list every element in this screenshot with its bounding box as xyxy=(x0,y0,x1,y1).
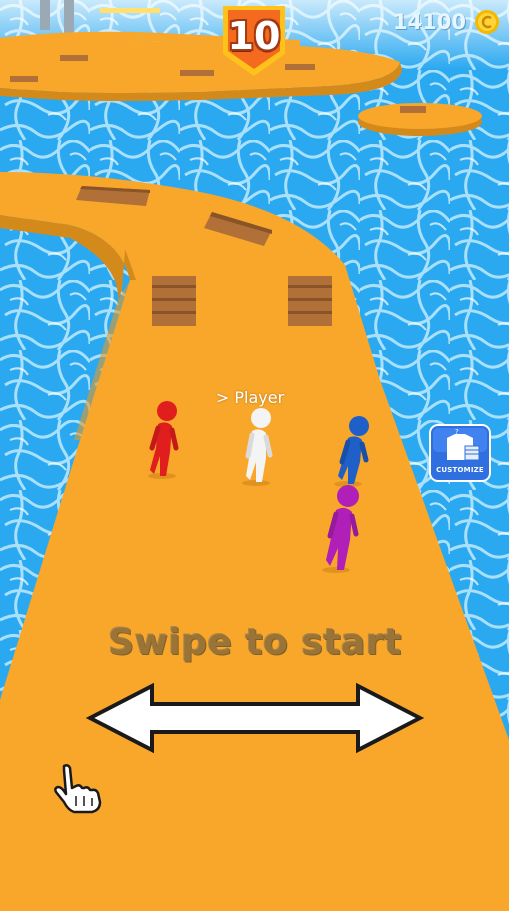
customize-button[interactable]: ? CUSTOMIZE xyxy=(429,424,491,482)
coin-icon xyxy=(475,10,499,34)
island-platform xyxy=(358,103,482,136)
swipe-prompt: Swipe to start xyxy=(108,622,402,663)
coin-counter: 14100 xyxy=(388,8,504,36)
double-arrow-icon xyxy=(86,682,424,754)
coin-count: 14100 xyxy=(392,10,466,34)
svg-text:?: ? xyxy=(455,428,459,436)
distant-pole xyxy=(64,0,74,34)
level-number: 10 xyxy=(227,14,281,58)
customize-label: CUSTOMIZE xyxy=(436,466,484,474)
distant-pole xyxy=(40,0,50,30)
player-name-tag: > Player xyxy=(215,388,285,407)
pointing-hand-icon xyxy=(54,764,102,814)
distant-marker xyxy=(100,8,160,13)
level-badge: 10 xyxy=(219,4,289,78)
